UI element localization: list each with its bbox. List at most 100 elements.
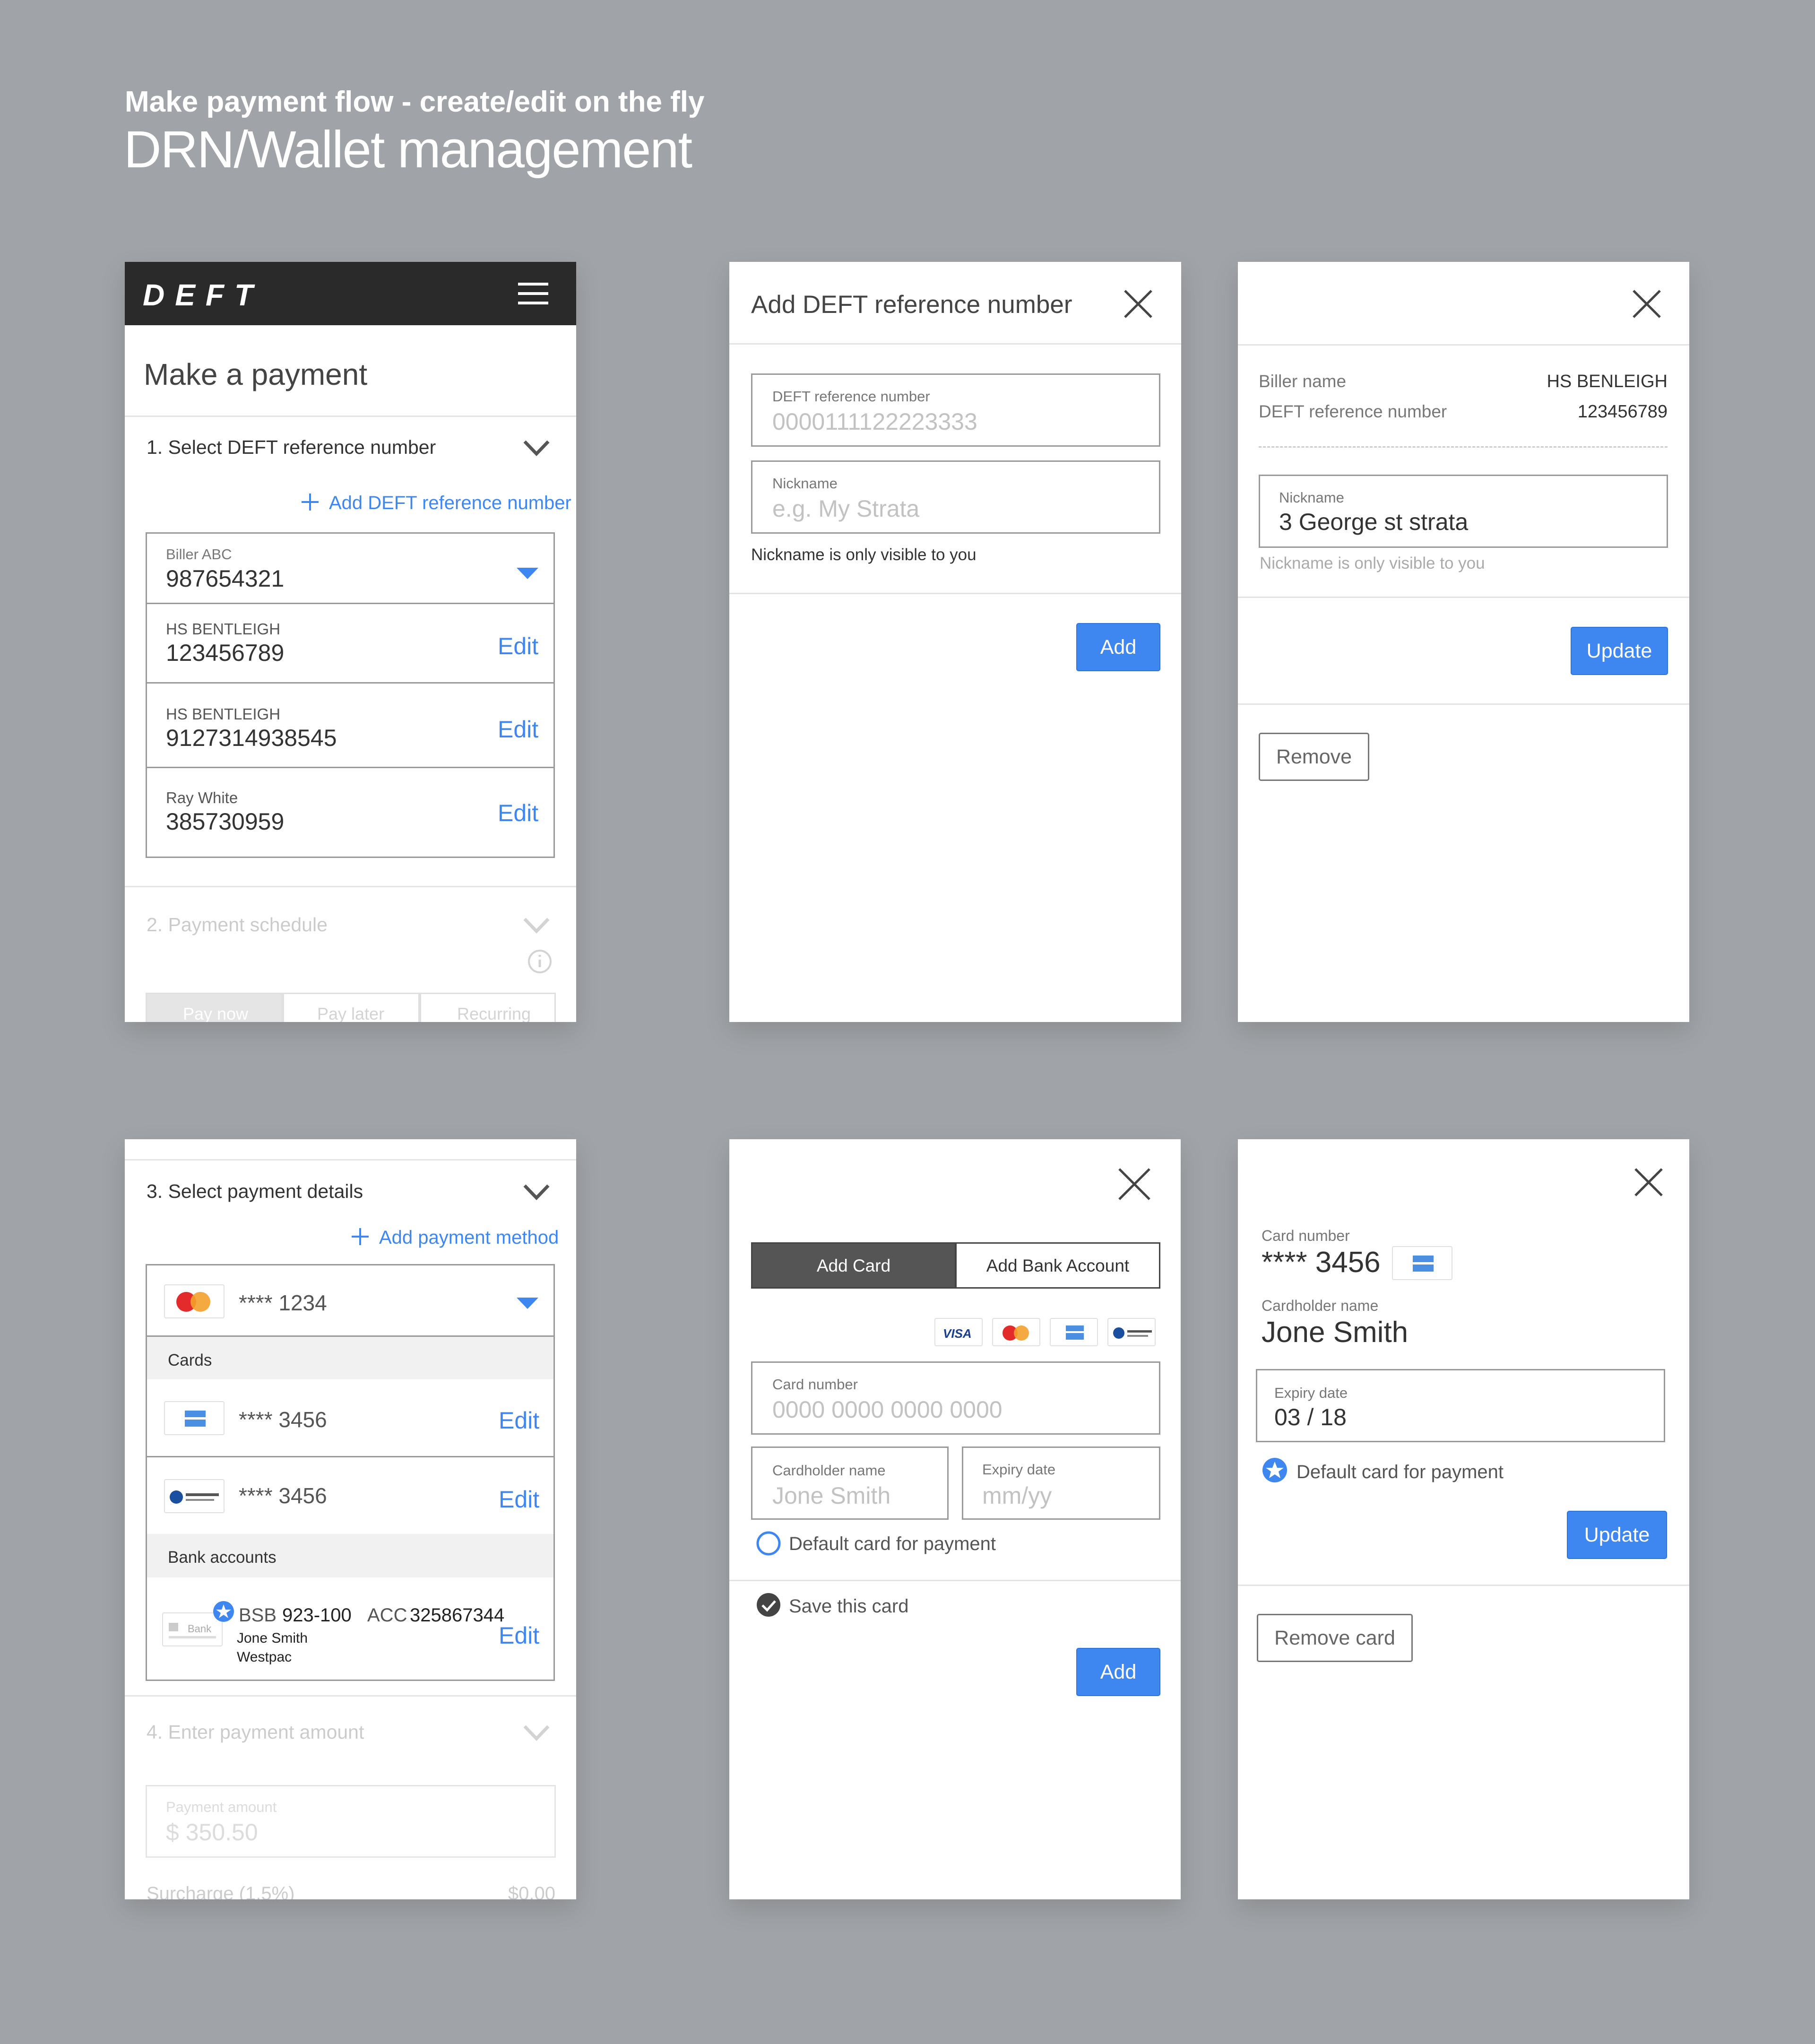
- check-circle-icon: [757, 1593, 780, 1617]
- edit-button[interactable]: Edit: [498, 634, 538, 658]
- divider: [729, 343, 1181, 345]
- drn-item-label: Ray White: [166, 789, 238, 806]
- screen-payment-details: 3. Select payment details Add payment me…: [125, 1139, 576, 1899]
- chevron-down-icon[interactable]: [523, 1724, 550, 1741]
- diners-club-icon: [164, 1479, 225, 1513]
- tab-add-card-label: Add Card: [816, 1256, 891, 1275]
- drn-list: HS BENTLEIGH 123456789 Edit HS BENTLEIGH…: [146, 604, 555, 858]
- remove-card-button[interactable]: Remove card: [1257, 1614, 1413, 1662]
- card-mask: **** 3456: [239, 1407, 327, 1432]
- edit-button[interactable]: Edit: [498, 801, 538, 825]
- tab-add-card[interactable]: Add Card: [751, 1242, 956, 1289]
- divider: [729, 593, 1181, 594]
- divider: [729, 1580, 1181, 1581]
- close-icon[interactable]: [1632, 289, 1661, 319]
- chevron-down-icon[interactable]: [523, 1184, 550, 1201]
- cardholder-name-input[interactable]: Cardholder name Jone Smith: [751, 1446, 949, 1520]
- visa-text: VISA: [943, 1326, 972, 1341]
- close-icon[interactable]: [1118, 1168, 1151, 1201]
- drn-selected-dropdown[interactable]: Biller ABC 987654321: [146, 532, 555, 604]
- caret-down-icon: [517, 568, 538, 579]
- drn-item-number: 385730959: [166, 808, 285, 835]
- bank-icon-text: Bank: [188, 1623, 212, 1635]
- default-star-icon: [213, 1601, 234, 1622]
- divider: [1238, 703, 1689, 705]
- nickname-value: 3 George st strata: [1279, 509, 1469, 535]
- card-list-item[interactable]: **** 3456 Edit: [147, 1457, 553, 1534]
- amex-icon: [1392, 1246, 1452, 1280]
- drn-number: 987654321: [166, 565, 285, 592]
- cardholder-name-placeholder: Jone Smith: [772, 1482, 891, 1509]
- nickname-hint: Nickname is only visible to you: [751, 546, 977, 564]
- update-button[interactable]: Update: [1567, 1511, 1667, 1559]
- section3-title[interactable]: 3. Select payment details: [147, 1182, 363, 1201]
- divider: [1238, 597, 1689, 598]
- payment-method-dropdown[interactable]: **** 1234: [146, 1264, 555, 1337]
- default-card-label: Default card for payment: [1296, 1462, 1504, 1482]
- add-drn-label: Add DEFT reference number: [329, 493, 571, 513]
- info-icon[interactable]: [527, 949, 552, 974]
- close-icon[interactable]: [1634, 1168, 1663, 1197]
- drn-biller-label: Biller ABC: [166, 546, 232, 563]
- card-number-input[interactable]: Card number 0000 0000 0000 0000: [751, 1361, 1160, 1435]
- divider: [125, 416, 576, 417]
- drn-list-item[interactable]: HS BENTLEIGH 123456789 Edit: [147, 604, 553, 682]
- tab-pay-later[interactable]: Pay later: [283, 993, 420, 1022]
- tab-label: Recurring: [457, 1004, 531, 1022]
- biller-name-label: Biller name: [1259, 372, 1347, 391]
- card-mask: **** 3456: [239, 1483, 327, 1508]
- bank-list-item[interactable]: Bank BSB 923-100 ACC 325867344 Jone Smit…: [147, 1577, 553, 1680]
- tab-label: Pay later: [317, 1004, 385, 1022]
- acc-value: 325867344: [410, 1605, 505, 1626]
- expiry-date-input[interactable]: Expiry date mm/yy: [962, 1446, 1160, 1520]
- account-holder: Jone Smith: [237, 1630, 308, 1646]
- divider: [125, 1159, 576, 1161]
- drn-input[interactable]: DEFT reference number 0000111122223333: [751, 373, 1160, 447]
- add-drn-link[interactable]: Add DEFT reference number: [301, 491, 571, 514]
- tab-recurring[interactable]: Recurring: [420, 993, 556, 1022]
- chevron-down-icon[interactable]: [523, 440, 550, 457]
- edit-button[interactable]: Edit: [499, 1624, 539, 1647]
- update-button[interactable]: Update: [1571, 627, 1668, 675]
- plus-icon: [302, 494, 319, 511]
- edit-button[interactable]: Edit: [498, 718, 538, 741]
- tab-label: Pay now: [183, 1004, 249, 1022]
- drn-list-item[interactable]: Ray White 385730959 Edit: [147, 768, 553, 856]
- save-card-label: Save this card: [789, 1596, 909, 1617]
- section2-title[interactable]: 2. Payment schedule: [147, 915, 328, 935]
- payment-amount-input[interactable]: Payment amount $ 350.50: [146, 1785, 556, 1858]
- add-button[interactable]: Add: [1076, 623, 1160, 671]
- plus-icon: [352, 1228, 369, 1245]
- diners-club-icon: [1107, 1318, 1156, 1346]
- drn-label: DEFT reference number: [1259, 402, 1447, 421]
- drn-input-label: DEFT reference number: [772, 388, 930, 405]
- close-icon[interactable]: [1124, 289, 1153, 319]
- card-list-item[interactable]: **** 3456 Edit: [147, 1379, 553, 1456]
- save-card-checkbox[interactable]: Save this card: [756, 1592, 973, 1619]
- drn-item-label: HS BENTLEIGH: [166, 620, 281, 638]
- section4-title[interactable]: 4. Enter payment amount: [147, 1723, 364, 1742]
- remove-button[interactable]: Remove: [1259, 733, 1369, 781]
- nickname-input[interactable]: Nickname 3 George st strata: [1259, 475, 1668, 548]
- tab-add-bank-account[interactable]: Add Bank Account: [955, 1242, 1160, 1289]
- divider: [1238, 344, 1689, 346]
- default-card-radio[interactable]: Default card for payment: [1262, 1457, 1526, 1484]
- add-payment-method-link[interactable]: Add payment method: [351, 1225, 568, 1249]
- tab-pay-now[interactable]: Pay now: [146, 993, 283, 1022]
- hamburger-icon[interactable]: [518, 283, 548, 305]
- edit-button[interactable]: Edit: [499, 1409, 539, 1432]
- drn-item-number: 9127314938545: [166, 725, 337, 751]
- cardholder-name-label: Cardholder name: [772, 1462, 886, 1479]
- add-button[interactable]: Add: [1076, 1648, 1160, 1696]
- cards-header-label: Cards: [168, 1351, 212, 1369]
- modal-title: Add DEFT reference number: [751, 291, 1072, 319]
- edit-button[interactable]: Edit: [499, 1488, 539, 1511]
- nickname-input[interactable]: Nickname e.g. My Strata: [751, 460, 1160, 534]
- default-card-radio[interactable]: Default card for payment: [756, 1530, 1020, 1556]
- drn-list-item[interactable]: HS BENTLEIGH 9127314938545 Edit: [147, 684, 553, 767]
- chevron-down-icon[interactable]: [523, 917, 550, 934]
- surcharge-value: $0.00: [508, 1883, 555, 1899]
- nickname-label: Nickname: [1279, 489, 1344, 506]
- expiry-date-input[interactable]: Expiry date 03 / 18: [1256, 1369, 1665, 1442]
- section1-title[interactable]: 1. Select DEFT reference number: [147, 438, 436, 457]
